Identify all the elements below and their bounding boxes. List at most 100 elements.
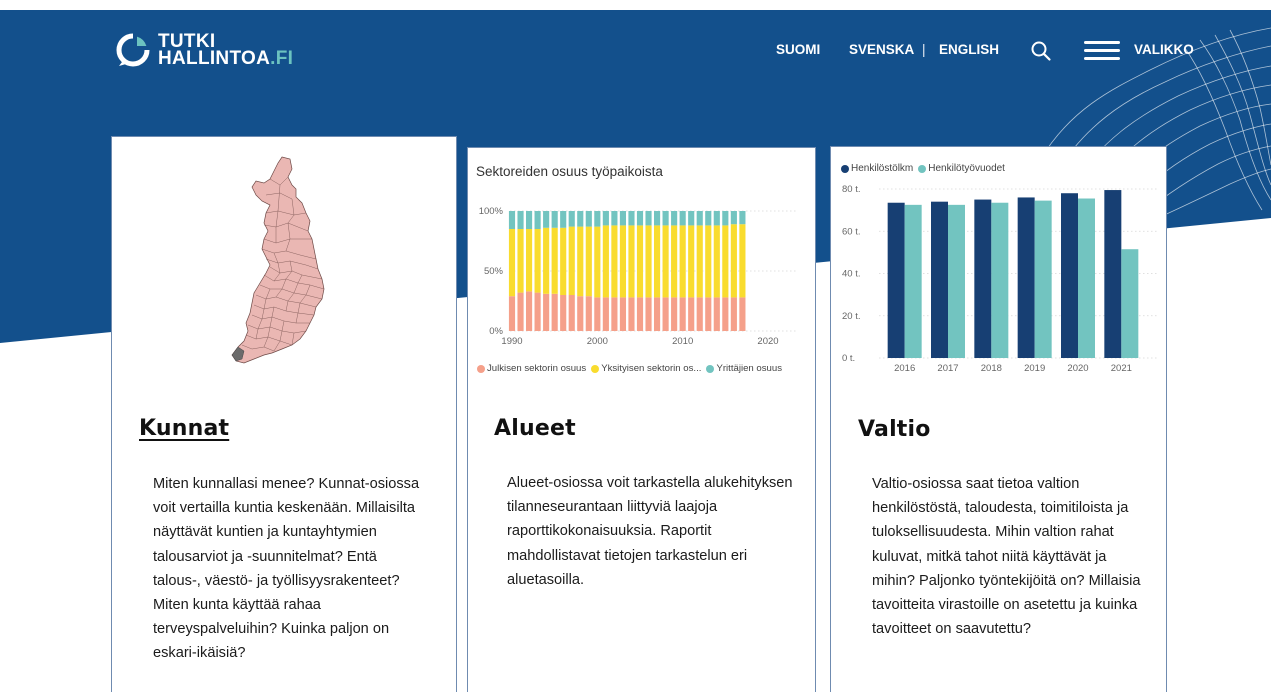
bar-segment — [688, 211, 695, 226]
y-tick-label: 50% — [484, 266, 504, 277]
bar-segment — [525, 211, 533, 229]
card-title-kunnat[interactable]: Kunnat — [139, 416, 229, 441]
bar-segment — [585, 211, 592, 227]
bar-segment — [628, 297, 635, 331]
legend-label-public: Julkisen sektorin osuus — [487, 363, 587, 374]
top-navigation: SUOMI SVENSKA | ENGLISH VALIKKO — [0, 40, 1271, 62]
bar-segment — [508, 229, 516, 297]
legend-dot-entrepreneurs — [706, 364, 715, 373]
y-tick-label: 100% — [479, 206, 504, 217]
search-icon — [1031, 41, 1051, 61]
bar-segment — [568, 226, 575, 295]
bar-segment — [739, 211, 746, 225]
bar-segment — [628, 211, 635, 226]
bar-segment — [722, 211, 729, 226]
bar-segment — [577, 211, 584, 227]
language-link-svenska[interactable]: SVENSKA — [849, 40, 914, 60]
legend-item: Yksityisen sektorin os... — [591, 363, 701, 374]
bar-segment — [560, 227, 567, 295]
bar-segment — [568, 295, 575, 331]
bar-segment — [543, 227, 550, 294]
bar-segment — [636, 297, 644, 331]
bar-segment — [560, 211, 567, 228]
card-title-alueet[interactable]: Alueet — [494, 416, 576, 441]
bar-segment — [679, 211, 686, 226]
bar — [1121, 249, 1139, 358]
bar-segment — [585, 296, 592, 331]
bar-segment — [602, 297, 609, 331]
bar-segment — [551, 211, 558, 228]
bar-segment — [577, 296, 584, 331]
y-tick-label: 40 t. — [842, 269, 861, 280]
menu-button[interactable] — [1084, 40, 1120, 60]
bar-segment — [730, 224, 737, 298]
bar-segment — [645, 211, 652, 226]
card-valtio[interactable]: Henkilöstölkm Henkilötyövuodet 0 t. 20 t.… — [830, 146, 1167, 692]
bar-segment — [525, 291, 533, 331]
x-tick-label: 2021 — [1111, 363, 1132, 374]
y-tick-label: 60 t. — [842, 226, 861, 237]
x-tick-label: 2000 — [587, 336, 608, 347]
bar-segment — [679, 225, 686, 298]
search-button[interactable] — [1030, 40, 1052, 62]
x-tick-label: 2020 — [757, 336, 778, 347]
y-tick-label: 20 t. — [842, 311, 861, 322]
card-title-valtio[interactable]: Valtio — [858, 417, 931, 442]
bar-segment — [696, 297, 703, 331]
bar-segment — [534, 292, 541, 331]
bar-segment — [688, 297, 695, 331]
x-tick-label: 2010 — [672, 336, 693, 347]
bar-segment — [517, 211, 524, 229]
bar-segment — [628, 225, 635, 298]
bar-segment — [645, 297, 652, 331]
bar-segment — [611, 225, 618, 298]
bar-segment — [696, 211, 703, 226]
hamburger-icon — [1084, 41, 1120, 60]
bar-segment — [696, 225, 703, 298]
x-tick-label: 2019 — [1024, 363, 1045, 374]
bar-segment — [653, 225, 661, 298]
x-tick-label: 2017 — [937, 363, 958, 374]
bar-segment — [730, 297, 737, 331]
bar-segment — [594, 297, 601, 331]
y-tick-label: 80 t. — [842, 184, 861, 195]
card-kunnat[interactable]: Kunnat Miten kunnallasi menee? Kunnat-os… — [111, 136, 457, 692]
card-description-valtio: Valtio-osiossa saat tietoa valtion henki… — [872, 476, 1141, 638]
card-description-alueet: Alueet-osiossa voit tarkastella alukehit… — [507, 475, 793, 588]
bar — [991, 202, 1009, 358]
language-separator: | — [922, 42, 926, 57]
bar-segment — [671, 297, 678, 331]
bar-segment — [508, 211, 516, 229]
bar-segment — [662, 297, 669, 331]
x-tick-label: 2016 — [894, 363, 915, 374]
bar-segment — [713, 225, 720, 298]
bar-segment — [525, 229, 533, 292]
bar-segment — [705, 211, 712, 226]
bar-segment — [705, 297, 712, 331]
bar-segment — [534, 211, 541, 229]
bar-segment — [551, 293, 558, 331]
bar-segment — [653, 211, 661, 226]
language-link-english[interactable]: ENGLISH — [939, 40, 999, 60]
x-tick-label: 1990 — [501, 336, 522, 347]
y-tick-label: 0 t. — [842, 353, 855, 364]
legend-dot-private — [591, 364, 600, 373]
bar-segment — [713, 211, 720, 226]
card-alueet[interactable]: Sektoreiden osuus työpaikoista 0% 50% 100%… — [467, 147, 816, 692]
bar-segment — [739, 297, 746, 331]
bar-segment — [517, 292, 524, 331]
legend-item: Julkisen sektorin osuus — [477, 363, 586, 374]
bar-segment — [679, 297, 686, 331]
bar-segment — [713, 297, 720, 331]
bar — [1104, 190, 1122, 358]
bar-segment — [653, 297, 661, 331]
bar-segment — [671, 225, 678, 298]
finland-municipality-map — [231, 156, 325, 364]
language-link-suomi[interactable]: SUOMI — [776, 40, 820, 60]
bar-segment — [662, 211, 669, 226]
bar-segment — [517, 229, 524, 293]
bar — [904, 204, 922, 358]
menu-label[interactable]: VALIKKO — [1134, 40, 1194, 60]
bar-segment — [568, 211, 575, 227]
bar-segment — [611, 297, 618, 331]
